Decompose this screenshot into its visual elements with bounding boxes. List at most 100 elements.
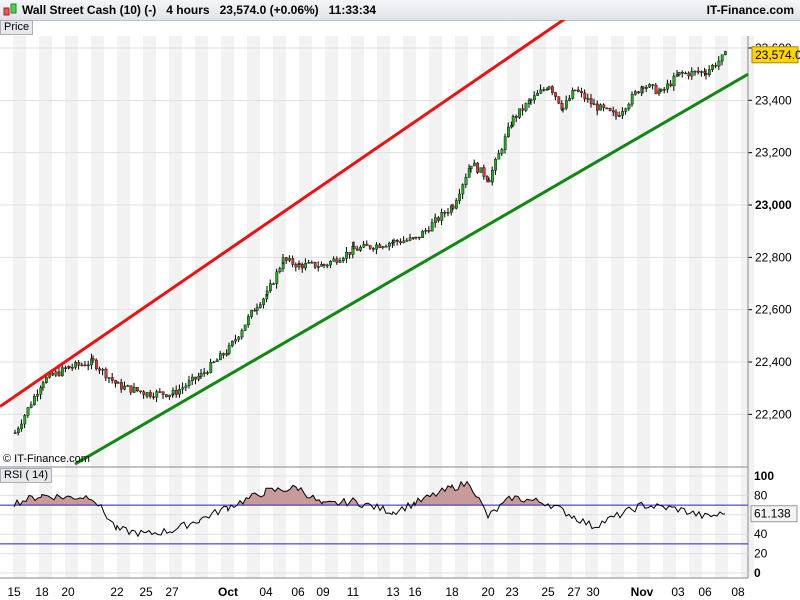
x-tick-label: 27 [165, 585, 179, 599]
candle-up [497, 153, 501, 160]
x-tick-label: 30 [586, 585, 600, 599]
candle-up [677, 71, 681, 75]
candle-up [659, 88, 663, 92]
candle-up [171, 390, 175, 395]
candle-up [178, 389, 181, 395]
x-tick-label: 09 [316, 585, 330, 599]
candle-up [70, 367, 74, 369]
day-stripe [351, 36, 364, 578]
candle-up [272, 283, 275, 285]
candle-up [288, 258, 291, 261]
candle-down [91, 358, 95, 361]
candle-up [720, 54, 724, 62]
candle-up [359, 247, 362, 251]
candle-down [378, 244, 382, 248]
x-tick-label: 08 [731, 585, 745, 599]
candle-up [479, 167, 483, 173]
y-tick-label: 22,400 [755, 355, 792, 369]
chart-title: Wall Street Cash (10) (-) 4 hours 23,574… [22, 3, 377, 17]
day-stripe [195, 36, 208, 578]
candle-down [714, 65, 718, 67]
candle-up [250, 310, 253, 317]
candle-up [434, 217, 437, 223]
candle-up [599, 104, 603, 111]
candle-down [554, 92, 558, 97]
y-tick-label: 23,000 [755, 198, 792, 212]
candle-up [455, 200, 458, 209]
candle-up [225, 353, 229, 356]
y-tick-label: 22,800 [755, 250, 792, 264]
x-tick-label: 22 [110, 585, 124, 599]
candle-down [335, 258, 339, 263]
candle-down [57, 371, 61, 376]
candle-down [13, 432, 17, 434]
x-tick-label: 20 [481, 585, 495, 599]
candle-down [365, 243, 369, 246]
candle-down [412, 237, 415, 239]
candle-down [164, 394, 168, 397]
candle-up [408, 237, 412, 241]
candle-up [392, 240, 396, 243]
x-tick-label: 03 [671, 585, 685, 599]
candle-down [291, 258, 295, 265]
rsi-tick-label: 80 [754, 488, 768, 502]
candle-up [547, 86, 551, 90]
candle-up [634, 91, 637, 95]
candle-up [568, 98, 572, 101]
candle-down [418, 236, 421, 239]
candle-up [126, 385, 130, 387]
candle-up [440, 212, 444, 221]
candle-down [485, 176, 489, 181]
candle-down [704, 73, 708, 75]
candle-down [372, 248, 375, 250]
last-price-value: 23,574.0 [755, 48, 800, 62]
candle-down [368, 245, 372, 249]
candle-down [322, 264, 326, 266]
candle-down [206, 372, 209, 374]
candle-up [338, 260, 342, 263]
candle-down [129, 385, 133, 393]
candle-up [41, 382, 45, 389]
candle-down [487, 179, 491, 183]
candle-up [561, 107, 565, 110]
day-stripe [117, 36, 130, 578]
x-tick-label: 06 [698, 585, 712, 599]
candle-up [307, 262, 311, 264]
candle-down [596, 103, 599, 111]
x-tick-label: 04 [259, 585, 273, 599]
x-tick-label: 06 [291, 585, 305, 599]
candle-up [539, 89, 543, 94]
candle-up [684, 72, 688, 75]
x-tick-label: 25 [541, 585, 555, 599]
day-stripe [637, 36, 650, 578]
candle-down [253, 310, 257, 312]
candle-up [107, 377, 111, 379]
candle-up [690, 71, 694, 77]
candle-up [23, 415, 27, 425]
x-tick-label: 27 [567, 585, 581, 599]
candle-down [161, 391, 165, 395]
candle-up [240, 330, 244, 338]
candle-up [624, 108, 628, 112]
candle-up [672, 75, 676, 87]
candle-down [142, 391, 146, 395]
candle-down [119, 382, 123, 390]
candle-up [218, 353, 222, 361]
candle-up [464, 177, 468, 185]
candle-up [310, 261, 314, 264]
candle-up [74, 362, 78, 368]
candle-up [469, 165, 473, 169]
candle-down [301, 264, 304, 269]
candle-up [565, 100, 568, 109]
candle-up [29, 404, 33, 408]
chart-area[interactable]: 22,200 22,400 22,600 22,800 23,000 23,200 23,4… [0, 20, 800, 600]
candle-up [184, 385, 188, 388]
y-tick-label: 23,400 [755, 93, 792, 107]
candle-down [135, 387, 139, 392]
day-stripe [481, 36, 494, 578]
y-tick-label: 22,200 [755, 407, 792, 421]
candle-down [396, 240, 399, 242]
candle-up [693, 70, 697, 73]
candle-up [510, 125, 513, 128]
candle-up [45, 377, 48, 383]
